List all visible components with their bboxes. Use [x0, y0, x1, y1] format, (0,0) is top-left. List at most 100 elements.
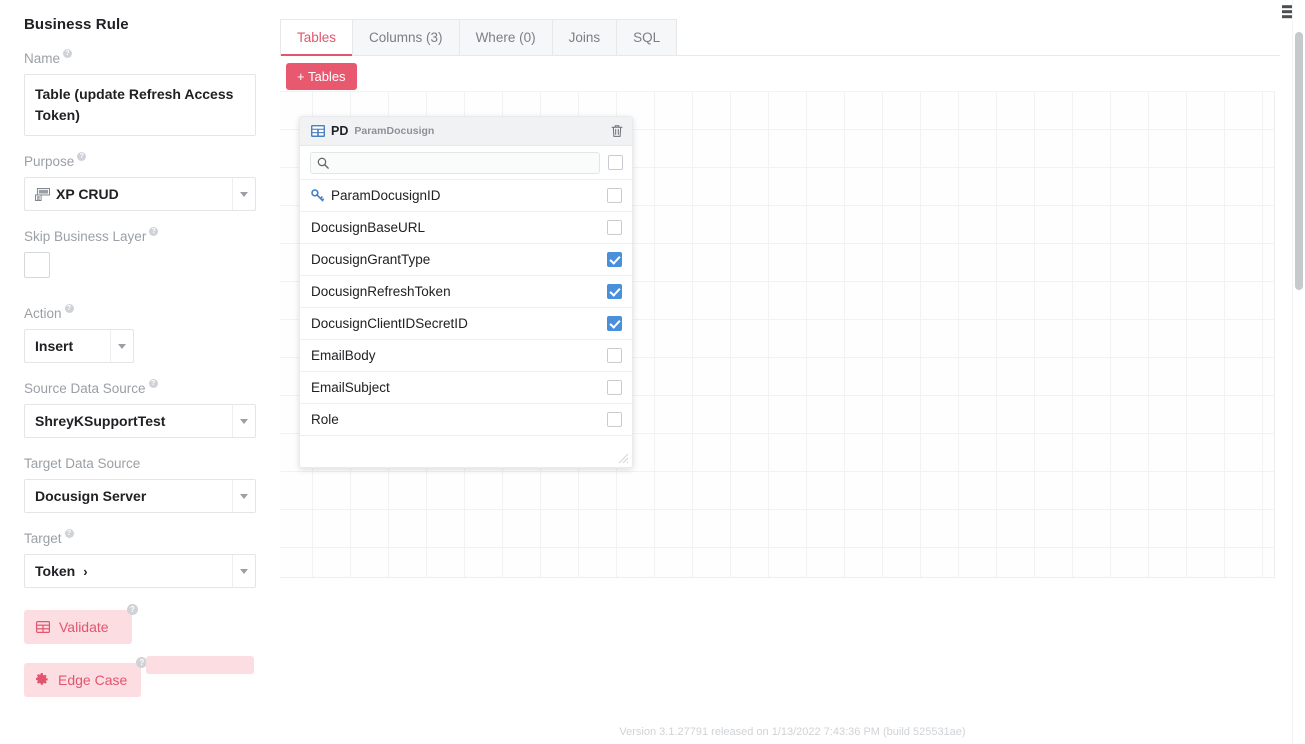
column-checkbox[interactable] [607, 220, 622, 235]
table-card-header[interactable]: PD ParamDocusign [300, 117, 632, 146]
tab-tables[interactable]: Tables [280, 19, 353, 55]
action-select[interactable]: Insert [24, 329, 134, 363]
trash-icon[interactable] [611, 124, 623, 138]
table-name: ParamDocusign [354, 125, 434, 137]
column-checkbox[interactable] [607, 380, 622, 395]
column-search-row [300, 146, 632, 179]
column-name: DocusignRefreshToken [311, 284, 600, 299]
help-icon[interactable]: ? [65, 304, 74, 313]
column-row[interactable]: DocusignBaseURL [300, 211, 632, 243]
table-card-paramdocusign[interactable]: PD ParamDocusign P [299, 116, 633, 468]
column-search-input[interactable] [310, 152, 600, 174]
help-icon[interactable]: ? [65, 529, 74, 538]
column-name: DocusignBaseURL [311, 220, 600, 235]
field-skip-business-layer: Skip Business Layer ? [24, 229, 256, 278]
column-row[interactable]: EmailSubject [300, 371, 632, 403]
column-name: DocusignGrantType [311, 252, 600, 267]
field-source-data-source: Source Data Source ? ShreyKSupportTest [24, 381, 256, 438]
column-list: ParamDocusignID DocusignBaseURL DocusignGr… [300, 179, 632, 435]
purpose-select-arrow[interactable] [232, 178, 255, 210]
table-abbreviation: PD [331, 124, 348, 138]
column-name: DocusignClientIDSecretID [311, 316, 600, 331]
chevron-down-icon [118, 344, 126, 349]
skip-business-layer-checkbox[interactable] [24, 252, 50, 278]
label-target-data-source-text: Target Data Source [24, 456, 140, 472]
table-grid-icon [311, 125, 325, 137]
edge-case-button[interactable]: Edge Case ? [24, 663, 141, 697]
column-name: EmailBody [311, 348, 600, 363]
action-select-arrow[interactable] [110, 330, 133, 362]
label-name: Name ? [24, 51, 256, 67]
scrollbar-thumb[interactable] [1295, 32, 1303, 290]
tab-columns[interactable]: Columns (3) [353, 19, 460, 55]
help-icon[interactable]: ? [63, 49, 72, 58]
label-action: Action ? [24, 306, 256, 322]
target-select-value: Token [35, 563, 75, 579]
column-row[interactable]: EmailBody [300, 339, 632, 371]
gear-icon [36, 673, 49, 686]
label-target-text: Target [24, 531, 62, 547]
table-card-footer [300, 435, 632, 467]
column-checkbox[interactable] [607, 188, 622, 203]
column-row[interactable]: DocusignClientIDSecretID [300, 307, 632, 339]
column-checkbox[interactable] [607, 348, 622, 363]
source-data-source-arrow[interactable] [232, 405, 255, 437]
help-icon[interactable]: ? [149, 379, 158, 388]
resize-handle-icon[interactable] [618, 453, 629, 464]
diagram-canvas[interactable]: PD ParamDocusign P [280, 91, 1275, 578]
chevron-down-icon [240, 569, 248, 574]
source-data-source-select[interactable]: ShreyKSupportTest [24, 404, 256, 438]
page-title: Business Rule [24, 16, 256, 33]
select-all-columns-checkbox[interactable] [608, 155, 623, 170]
field-target: Target ? Token › [24, 531, 256, 588]
tab-bar: Tables Columns (3) Where (0) Joins SQL [280, 19, 1280, 56]
purpose-select[interactable]: XP CRUD [24, 177, 256, 211]
column-checkbox[interactable] [607, 316, 622, 331]
column-checkbox[interactable] [607, 284, 622, 299]
target-select-arrow[interactable] [232, 555, 255, 587]
help-icon[interactable]: ? [127, 604, 138, 615]
validate-button-label: Validate [59, 619, 109, 635]
validate-button[interactable]: Validate ? [24, 610, 132, 644]
target-select[interactable]: Token › [24, 554, 256, 588]
field-name: Name ? Table (update Refresh Access Toke… [24, 51, 256, 136]
help-icon[interactable]: ? [149, 227, 158, 236]
column-row[interactable]: DocusignGrantType [300, 243, 632, 275]
chevron-down-icon [240, 419, 248, 424]
table-grid-icon [36, 621, 50, 633]
target-data-source-select[interactable]: Docusign Server [24, 479, 256, 513]
chevron-down-icon [240, 494, 248, 499]
column-row[interactable]: ParamDocusignID [300, 179, 632, 211]
chevron-down-icon [240, 192, 248, 197]
column-name: Role [311, 412, 600, 427]
tab-where[interactable]: Where (0) [460, 19, 553, 55]
version-footer: Version 3.1.27791 released on 1/13/2022 … [280, 726, 1305, 738]
name-input[interactable]: Table (update Refresh Access Token) [24, 74, 256, 136]
page-scrollbar[interactable] [1292, 0, 1305, 744]
field-target-data-source: Target Data Source Docusign Server [24, 456, 256, 513]
column-row[interactable]: Role [300, 403, 632, 435]
app-root: Business Rule Name ? Table (update Refre… [0, 0, 1305, 744]
column-checkbox[interactable] [607, 252, 622, 267]
label-purpose: Purpose ? [24, 154, 256, 170]
label-source-data-source: Source Data Source ? [24, 381, 256, 397]
purpose-select-value-wrap: XP CRUD [25, 186, 232, 202]
label-target: Target ? [24, 531, 256, 547]
target-data-source-arrow[interactable] [232, 480, 255, 512]
help-icon[interactable]: ? [77, 152, 86, 161]
tab-sql[interactable]: SQL [617, 19, 677, 55]
business-rule-sidebar: Business Rule Name ? Table (update Refre… [0, 0, 280, 744]
field-purpose: Purpose ? XP CRUD [24, 154, 256, 211]
label-purpose-text: Purpose [24, 154, 74, 170]
partial-action-button[interactable] [146, 656, 254, 674]
edge-case-button-label: Edge Case [58, 672, 127, 688]
add-tables-button[interactable]: + Tables [286, 63, 357, 90]
column-row[interactable]: DocusignRefreshToken [300, 275, 632, 307]
target-data-source-value: Docusign Server [25, 488, 232, 504]
label-skip-business-layer: Skip Business Layer ? [24, 229, 256, 245]
chevron-right-icon: › [83, 564, 87, 579]
column-checkbox[interactable] [607, 412, 622, 427]
label-skip-business-layer-text: Skip Business Layer [24, 229, 146, 245]
purpose-select-value: XP CRUD [56, 186, 119, 202]
tab-joins[interactable]: Joins [553, 19, 618, 55]
